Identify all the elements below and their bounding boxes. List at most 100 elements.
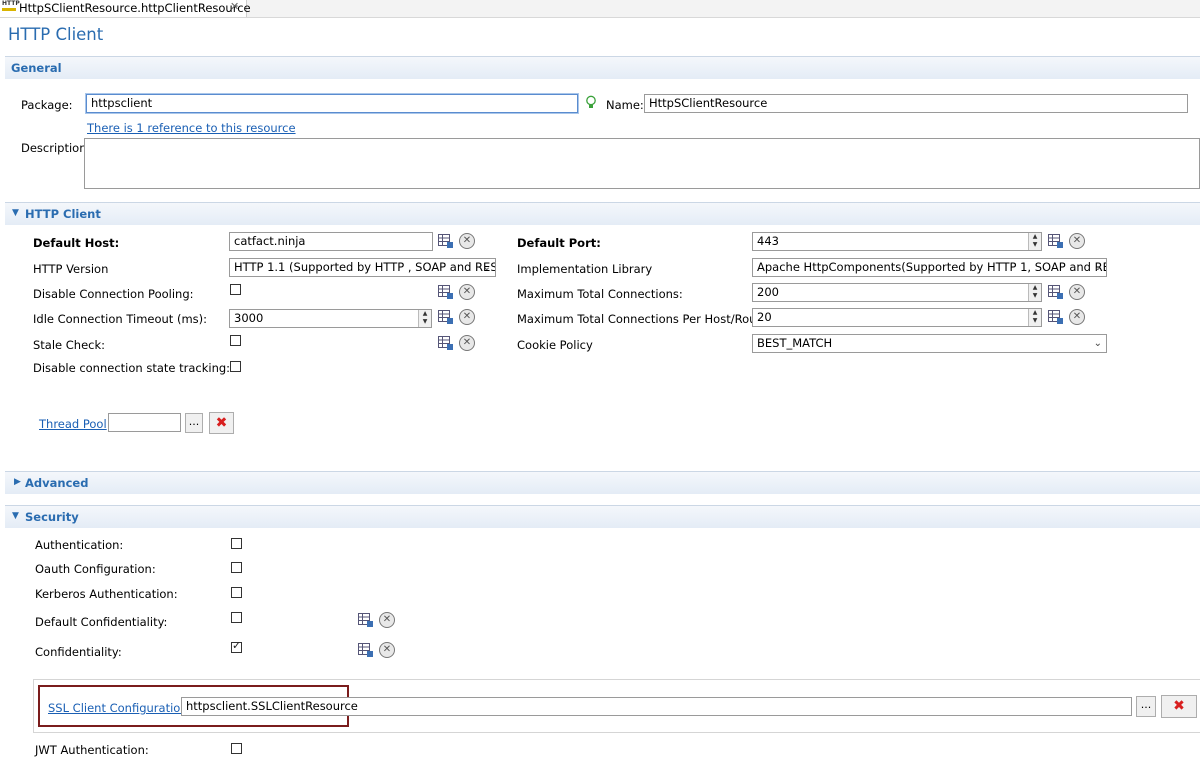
default-port-value: 443: [757, 234, 779, 248]
ssl-delete-button[interactable]: ✖: [1161, 695, 1197, 718]
name-label: Name:: [606, 98, 644, 112]
max-total-connections-value: 200: [757, 285, 779, 299]
collapsed-icon: ▶: [14, 477, 21, 487]
thread-pool-delete-button[interactable]: ✖: [209, 412, 234, 434]
default-confidentiality-checkbox[interactable]: [231, 612, 242, 623]
section-advanced-header[interactable]: ▶ Advanced: [5, 471, 1200, 494]
authentication-label: Authentication:: [35, 538, 124, 552]
max-total-connections-input[interactable]: 200 ▲ ▼: [752, 283, 1042, 302]
max-per-route-label: Maximum Total Connections Per Host/Route…: [517, 312, 772, 326]
disable-state-tracking-checkbox[interactable]: [230, 361, 241, 372]
ssl-client-config-link[interactable]: SSL Client Configuration: [48, 701, 188, 715]
authentication-checkbox[interactable]: [231, 538, 242, 549]
confidentiality-label: Confidentiality:: [35, 645, 122, 659]
clear-icon[interactable]: ✕: [379, 642, 395, 658]
chevron-down-icon: ⌄: [482, 262, 491, 273]
section-security-header[interactable]: ▼ Security: [5, 505, 1200, 528]
section-http-client-header[interactable]: ▼ HTTP Client: [5, 202, 1200, 225]
spin-down-icon[interactable]: ▼: [1029, 317, 1041, 325]
spinner[interactable]: ▲ ▼: [1028, 309, 1041, 326]
expanded-icon: ▼: [12, 208, 19, 218]
clear-icon[interactable]: ✕: [1069, 284, 1085, 300]
variable-grid-icon[interactable]: [1048, 310, 1063, 324]
description-label: Description:: [21, 141, 91, 155]
max-per-route-value: 20: [757, 310, 772, 324]
idle-timeout-value: 3000: [234, 311, 264, 325]
spin-up-icon[interactable]: ▲: [1029, 233, 1041, 241]
thread-pool-link[interactable]: Thread Pool: [39, 417, 107, 431]
clear-icon[interactable]: ✕: [379, 612, 395, 628]
package-input[interactable]: httpsclient: [85, 93, 579, 114]
variable-grid-icon[interactable]: [358, 613, 373, 627]
oauth-checkbox[interactable]: [231, 562, 242, 573]
thread-pool-input[interactable]: [108, 413, 181, 432]
expanded-icon: ▼: [12, 511, 19, 521]
impl-library-select[interactable]: Apache HttpComponents(Supported by HTTP …: [752, 258, 1107, 277]
variable-grid-icon[interactable]: [1048, 285, 1063, 299]
thread-pool-browse-button[interactable]: ...: [185, 413, 203, 433]
spinner[interactable]: ▲ ▼: [1028, 284, 1041, 301]
variable-grid-icon[interactable]: [438, 336, 453, 350]
clear-icon[interactable]: ✕: [459, 335, 475, 351]
cookie-policy-label: Cookie Policy: [517, 338, 593, 352]
editor-tab-bar: HTTP HttpSClientResource.httpClientResou…: [0, 0, 1200, 18]
clear-icon[interactable]: ✕: [459, 284, 475, 300]
spinner[interactable]: ▲ ▼: [1028, 233, 1041, 250]
variable-grid-icon[interactable]: [1048, 234, 1063, 248]
section-security-title: Security: [25, 510, 79, 524]
section-general-header: General: [5, 56, 1200, 79]
cookie-policy-select[interactable]: BEST_MATCH ⌄: [752, 334, 1107, 353]
default-host-input[interactable]: catfact.ninja: [229, 232, 433, 251]
editor-tab[interactable]: HTTP HttpSClientResource.httpClientResou…: [0, 0, 251, 17]
http-version-value: HTTP 1.1 (Supported by HTTP , SOAP and R…: [234, 260, 496, 274]
chevron-down-icon: ⌄: [1093, 262, 1102, 273]
section-advanced-title: Advanced: [25, 476, 89, 490]
http-version-select[interactable]: HTTP 1.1 (Supported by HTTP , SOAP and R…: [229, 258, 496, 277]
clear-icon[interactable]: ✕: [1069, 233, 1085, 249]
variable-grid-icon[interactable]: [358, 643, 373, 657]
stale-check-label: Stale Check:: [33, 338, 106, 352]
reference-link[interactable]: There is 1 reference to this resource: [87, 121, 296, 135]
variable-grid-icon[interactable]: [438, 310, 453, 324]
clear-icon[interactable]: ✕: [459, 309, 475, 325]
stale-check-checkbox[interactable]: [230, 335, 241, 346]
spin-up-icon[interactable]: ▲: [419, 310, 431, 318]
spinner[interactable]: ▲ ▼: [418, 310, 431, 327]
page-title: HTTP Client: [8, 25, 104, 44]
clear-icon[interactable]: ✕: [459, 233, 475, 249]
spin-up-icon[interactable]: ▲: [1029, 309, 1041, 317]
default-confidentiality-label: Default Confidentiality:: [35, 615, 168, 629]
package-label: Package:: [21, 98, 73, 112]
jwt-authentication-checkbox[interactable]: [231, 743, 242, 754]
default-port-label: Default Port:: [517, 236, 601, 250]
ssl-browse-button[interactable]: ...: [1136, 696, 1156, 717]
cookie-policy-value: BEST_MATCH: [757, 336, 833, 350]
disable-state-tracking-label: Disable connection state tracking:: [33, 361, 231, 375]
disable-pooling-checkbox[interactable]: [230, 284, 241, 295]
idle-timeout-label: Idle Connection Timeout (ms):: [33, 312, 208, 326]
spin-down-icon[interactable]: ▼: [1029, 241, 1041, 249]
kerberos-checkbox[interactable]: [231, 587, 242, 598]
max-per-route-input[interactable]: 20 ▲ ▼: [752, 308, 1042, 327]
confidentiality-checkbox[interactable]: [231, 639, 242, 653]
lightbulb-icon: [586, 95, 596, 108]
http-resource-icon: HTTP: [2, 1, 20, 13]
kerberos-label: Kerberos Authentication:: [35, 587, 178, 601]
spin-down-icon[interactable]: ▼: [1029, 292, 1041, 300]
idle-timeout-input[interactable]: 3000 ▲ ▼: [229, 309, 432, 328]
impl-library-label: Implementation Library: [517, 262, 653, 276]
variable-grid-icon[interactable]: [438, 285, 453, 299]
jwt-authentication-label: JWT Authentication:: [35, 743, 149, 757]
ssl-client-config-input[interactable]: httpsclient.SSLClientResource: [181, 697, 1132, 716]
name-input[interactable]: HttpSClientResource: [644, 94, 1188, 113]
impl-library-value: Apache HttpComponents(Supported by HTTP …: [757, 260, 1107, 274]
variable-grid-icon[interactable]: [438, 234, 453, 248]
http-version-label: HTTP Version: [33, 262, 109, 276]
clear-icon[interactable]: ✕: [1069, 309, 1085, 325]
spin-down-icon[interactable]: ▼: [419, 318, 431, 326]
spin-up-icon[interactable]: ▲: [1029, 284, 1041, 292]
description-textarea[interactable]: [84, 138, 1200, 189]
default-port-input[interactable]: 443 ▲ ▼: [752, 232, 1042, 251]
disable-pooling-label: Disable Connection Pooling:: [33, 287, 194, 301]
tab-close-icon[interactable]: ✕: [230, 0, 239, 13]
